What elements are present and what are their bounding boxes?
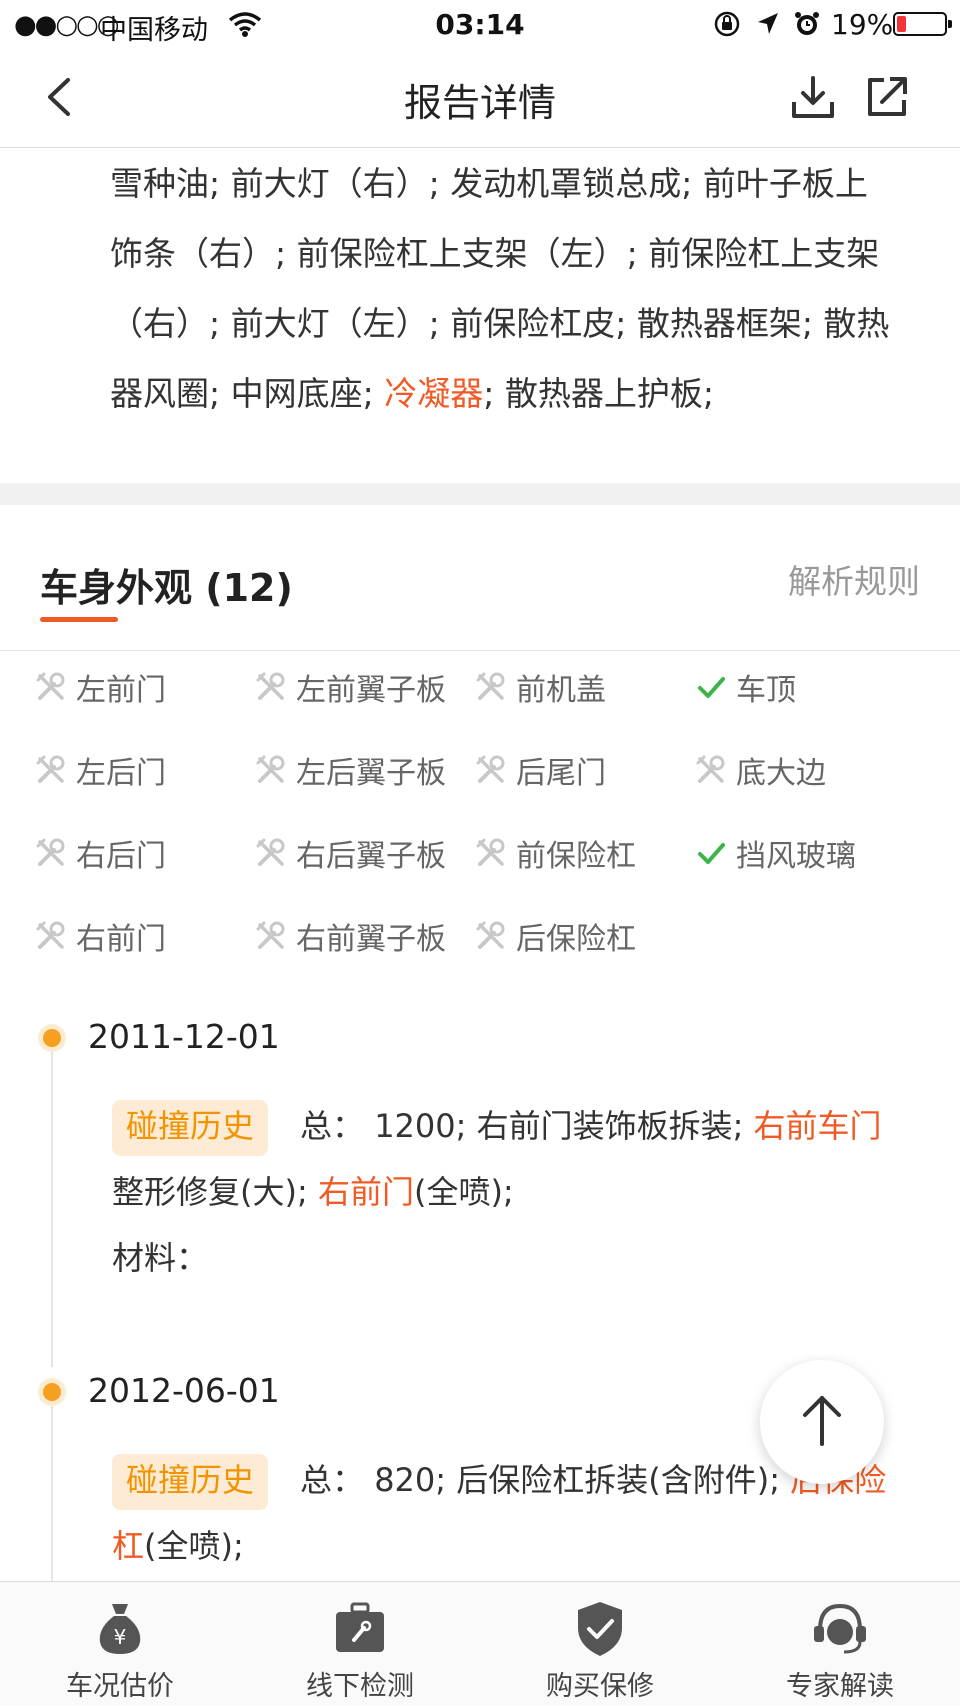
toolbox-icon — [330, 1598, 390, 1658]
battery-percent: 19% — [831, 8, 894, 41]
body-part-item: 右前翼子板 — [254, 906, 446, 966]
body-part-label: 前机盖 — [516, 673, 606, 708]
money-bag-icon: ¥ — [90, 1598, 150, 1658]
download-icon[interactable] — [790, 74, 836, 124]
alarm-icon — [792, 9, 822, 43]
arrow-up-icon — [797, 1392, 847, 1452]
parts-text-end: ; 散热器上护板; — [483, 374, 714, 413]
section-header: 车身外观 (12) 解析规则 — [0, 505, 960, 651]
body-part-item: 右前门 — [34, 906, 166, 966]
nav-bar: 报告详情 — [0, 48, 960, 148]
parts-highlight: 冷凝器 — [384, 374, 484, 413]
body-part-item: 右后翼子板 — [254, 823, 446, 883]
record-text: (全喷); — [413, 1173, 514, 1211]
body-part-item: 左后翼子板 — [254, 740, 446, 800]
body-part-label: 右后门 — [76, 839, 166, 874]
repair-wrench-icon — [254, 753, 288, 787]
repair-wrench-icon — [34, 836, 68, 870]
body-part-label: 后保险杠 — [516, 922, 636, 957]
body-part-item: 前机盖 — [474, 657, 606, 717]
repair-wrench-icon — [474, 753, 508, 787]
collision-history-tag: 碰撞历史 — [112, 1100, 269, 1156]
body-part-item: 车顶 — [694, 657, 796, 717]
record-date: 2011-12-01 — [88, 1017, 280, 1056]
timeline-line — [51, 1391, 53, 1581]
tab-label: 车况估价 — [66, 1671, 174, 1702]
body-part-label: 底大边 — [736, 756, 826, 791]
body-part-label: 右后翼子板 — [296, 839, 446, 874]
section-divider — [0, 483, 960, 505]
battery-icon — [893, 12, 952, 36]
svg-text:¥: ¥ — [114, 1625, 127, 1649]
tab-offline-inspection[interactable]: 线下检测 — [240, 1582, 480, 1706]
record-text: 总： 1200; 右前门装饰板拆装; — [300, 1107, 754, 1145]
repair-wrench-icon — [694, 753, 728, 787]
repair-wrench-icon — [34, 753, 68, 787]
check-icon — [694, 670, 728, 704]
tab-expert-interpretation[interactable]: 专家解读 — [720, 1582, 960, 1706]
battery-fill — [897, 16, 906, 32]
repair-wrench-icon — [254, 836, 288, 870]
body-part-item: 左前门 — [34, 657, 166, 717]
record-highlight: 右前车门 — [753, 1107, 882, 1145]
body-part-item: 挡风玻璃 — [694, 823, 856, 883]
repair-wrench-icon — [34, 919, 68, 953]
timeline-line — [51, 1037, 53, 1367]
body-part-item: 左前翼子板 — [254, 657, 446, 717]
body-part-item: 后保险杠 — [474, 906, 636, 966]
record-date: 2012-06-01 — [88, 1371, 280, 1410]
orientation-lock-icon — [713, 10, 741, 42]
repair-wrench-icon — [474, 670, 508, 704]
body-part-item: 前保险杠 — [474, 823, 636, 883]
record-text: (全喷); — [144, 1527, 244, 1565]
location-icon — [756, 10, 780, 42]
check-icon — [694, 836, 728, 870]
record-highlight: 右前门 — [317, 1173, 414, 1211]
body-part-item: 后尾门 — [474, 740, 606, 800]
timeline-dot — [43, 1029, 61, 1047]
body-part-label: 左后翼子板 — [296, 756, 446, 791]
body-part-label: 右前翼子板 — [296, 922, 446, 957]
repair-wrench-icon — [34, 670, 68, 704]
record-material: 材料： — [112, 1239, 209, 1277]
body-part-item: 左后门 — [34, 740, 166, 800]
body-part-item: 右后门 — [34, 823, 166, 883]
section-title-underline — [40, 617, 118, 622]
bottom-tab-bar: ¥ 车况估价 线下检测 购买保修 专家解读 — [0, 1581, 960, 1706]
section-title: 车身外观 (12) — [40, 566, 293, 610]
tab-label: 线下检测 — [306, 1671, 414, 1702]
collision-history-tag: 碰撞历史 — [112, 1454, 269, 1510]
headset-icon — [810, 1598, 870, 1658]
repair-wrench-icon — [254, 670, 288, 704]
timeline-dot — [43, 1383, 61, 1401]
record-text: 整形修复(大); — [112, 1173, 318, 1211]
tab-label: 专家解读 — [786, 1671, 894, 1702]
body-part-item: 底大边 — [694, 740, 826, 800]
repair-wrench-icon — [474, 836, 508, 870]
body-part-label: 左前翼子板 — [296, 673, 446, 708]
repair-wrench-icon — [254, 919, 288, 953]
shield-check-icon — [570, 1598, 630, 1658]
battery-nub — [948, 20, 952, 28]
status-bar: ●●○○○ 中国移动 03:14 19% — [0, 0, 960, 48]
tab-valuation[interactable]: ¥ 车况估价 — [0, 1582, 240, 1706]
body-part-label: 车顶 — [736, 673, 796, 708]
analysis-rules-link[interactable]: 解析规则 — [788, 555, 920, 603]
body-part-label: 前保险杠 — [516, 839, 636, 874]
body-part-label: 左前门 — [76, 673, 166, 708]
share-icon[interactable] — [864, 74, 910, 124]
scroll-to-top-button[interactable] — [760, 1360, 884, 1484]
body-part-label: 后尾门 — [516, 756, 606, 791]
repaired-parts-paragraph: 雪种油; 前大灯（右）; 发动机罩锁总成; 前叶子板上饰条（右）; 前保险杠上支… — [110, 149, 900, 429]
tab-label: 购买保修 — [546, 1671, 654, 1702]
body-part-label: 挡风玻璃 — [736, 839, 856, 874]
record-text: 总： 820; 后保险杠拆装(含附件); — [300, 1461, 791, 1499]
repair-wrench-icon — [474, 919, 508, 953]
record-body: 碰撞历史 总： 1200; 右前门装饰板拆装; 右前车门整形修复(大); 右前门(… — [112, 1093, 900, 1291]
body-part-label: 右前门 — [76, 922, 166, 957]
body-part-label: 左后门 — [76, 756, 166, 791]
tab-buy-warranty[interactable]: 购买保修 — [480, 1582, 720, 1706]
